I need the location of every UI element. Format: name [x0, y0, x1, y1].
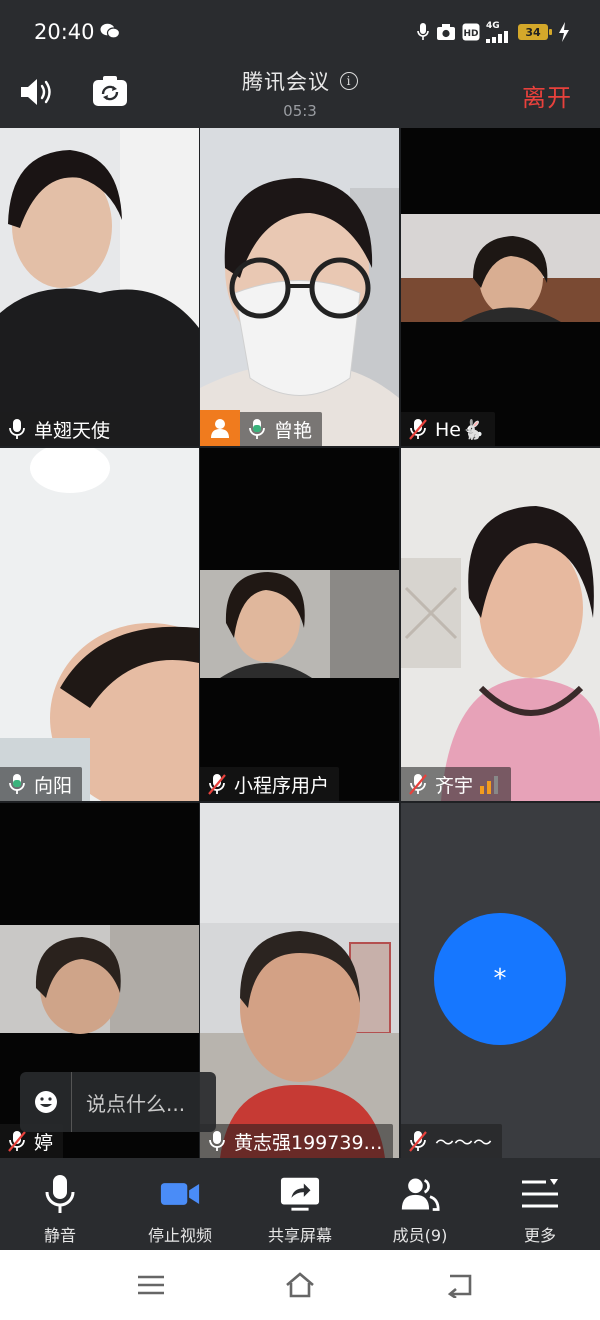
- meeting-toolbar: 静音 停止视频 共享屏幕 成员(9) 更多: [0, 1158, 600, 1250]
- video-grid: 单翅天使 曾艳 He🐇 向阳 小程序用户 齐宇 婷 黄志强199739… * ～…: [0, 128, 600, 1158]
- status-icons: HD 4G 34: [416, 20, 570, 44]
- avatar-placeholder: *: [434, 913, 566, 1045]
- emoji-button[interactable]: [20, 1072, 72, 1132]
- signal-weak-icon: [480, 776, 499, 794]
- chat-placeholder[interactable]: 说点什么...: [72, 1088, 185, 1117]
- mic-muted-icon: [409, 1131, 427, 1152]
- video-feed: [0, 128, 199, 446]
- status-bar: 20:40 HD 4G 34: [0, 0, 600, 64]
- mic-speaking-icon: [9, 774, 25, 794]
- mic-speaking-icon: [249, 419, 265, 439]
- mic-muted-icon: [208, 774, 226, 795]
- microphone-icon: [45, 1175, 75, 1213]
- more-button[interactable]: 更多: [480, 1158, 600, 1250]
- video-tile[interactable]: 向阳: [0, 448, 199, 801]
- share-screen-button[interactable]: 共享屏幕: [240, 1158, 360, 1250]
- person-icon: [211, 419, 229, 438]
- participant-label: 单翅天使: [0, 412, 121, 446]
- mic-indicator-icon: [417, 23, 429, 40]
- participant-label: 向阳: [0, 767, 83, 801]
- mic-muted-icon: [409, 774, 427, 795]
- video-tile[interactable]: 小程序用户: [200, 448, 399, 801]
- participant-label: 齐宇: [401, 767, 512, 801]
- participant-name: 曾艳: [274, 419, 313, 442]
- members-label: 成员(9): [392, 1226, 448, 1245]
- stop-video-label: 停止视频: [147, 1226, 212, 1245]
- more-menu-icon: [522, 1179, 558, 1208]
- participant-name: 黄志强199739…: [234, 1131, 383, 1154]
- network-type: 4G: [486, 20, 500, 31]
- participant-name: 向阳: [34, 774, 73, 797]
- video-feed: [401, 448, 600, 801]
- mute-label: 静音: [43, 1226, 76, 1245]
- more-label: 更多: [523, 1226, 556, 1245]
- meeting-title-text: 腾讯会议: [242, 70, 330, 94]
- participant-name: 单翅天使: [34, 419, 111, 442]
- video-tile[interactable]: He🐇: [401, 128, 600, 446]
- video-tile[interactable]: * ～～～: [401, 803, 600, 1158]
- participant-label: ～～～: [401, 1124, 503, 1158]
- share-screen-label: 共享屏幕: [267, 1226, 332, 1245]
- avatar-badge: [200, 410, 240, 446]
- mute-button[interactable]: 静音: [0, 1158, 120, 1250]
- participant-label: 黄志强199739…: [200, 1124, 393, 1158]
- video-tile[interactable]: 齐宇: [401, 448, 600, 801]
- video-feed: [0, 448, 199, 801]
- video-feed: [200, 448, 399, 801]
- video-tile-active-speaker[interactable]: 曾艳: [200, 128, 399, 446]
- participant-name: ～～～: [435, 1131, 493, 1154]
- participant-label: 小程序用户: [200, 767, 340, 801]
- chat-input[interactable]: 说点什么...: [20, 1072, 216, 1132]
- wechat-icon: [100, 23, 120, 39]
- participant-label: He🐇: [401, 412, 495, 446]
- video-camera-icon: [160, 1183, 200, 1205]
- mic-muted-icon: [8, 1131, 26, 1152]
- meeting-title[interactable]: 腾讯会议 i: [242, 66, 358, 96]
- system-nav-bar: [0, 1250, 600, 1320]
- battery-icon: 34: [518, 24, 552, 40]
- participant-name: He🐇: [435, 418, 485, 441]
- mic-icon: [209, 1131, 225, 1151]
- hd-icon: HD: [462, 23, 480, 41]
- video-tile[interactable]: 黄志强199739…: [200, 803, 399, 1158]
- participant-name: 齐宇: [435, 774, 474, 797]
- signal-icon: 4G: [486, 20, 512, 43]
- emoji-icon: [34, 1091, 57, 1113]
- back-nav-icon[interactable]: [444, 1272, 474, 1298]
- participant-label: 曾艳: [240, 412, 323, 446]
- battery-level: 34: [525, 25, 541, 39]
- stop-video-button[interactable]: 停止视频: [120, 1158, 240, 1250]
- meeting-header: 腾讯会议 i 05:3 离开: [0, 64, 600, 128]
- home-nav-icon[interactable]: [284, 1272, 316, 1298]
- meeting-title-block: 腾讯会议 i 05:3: [0, 66, 600, 120]
- share-screen-icon: [280, 1177, 320, 1211]
- leave-button[interactable]: 离开: [522, 78, 572, 113]
- mic-muted-icon: [409, 419, 427, 440]
- video-feed: [200, 128, 399, 446]
- members-button[interactable]: 成员(9): [360, 1158, 480, 1250]
- participant-name: 小程序用户: [234, 774, 330, 797]
- video-tile[interactable]: 单翅天使: [0, 128, 199, 446]
- video-feed: [401, 128, 600, 446]
- avatar-text: *: [493, 964, 507, 994]
- status-time: 20:40: [34, 20, 95, 44]
- members-icon: [401, 1178, 440, 1211]
- video-feed: [200, 803, 399, 1158]
- charging-icon: [559, 22, 569, 42]
- mic-icon: [9, 419, 25, 439]
- menu-nav-icon[interactable]: [136, 1272, 166, 1298]
- info-icon[interactable]: i: [340, 72, 358, 90]
- meeting-timer: 05:3: [283, 102, 317, 120]
- svg-text:HD: HD: [463, 29, 478, 39]
- camera-indicator-icon: [437, 24, 455, 40]
